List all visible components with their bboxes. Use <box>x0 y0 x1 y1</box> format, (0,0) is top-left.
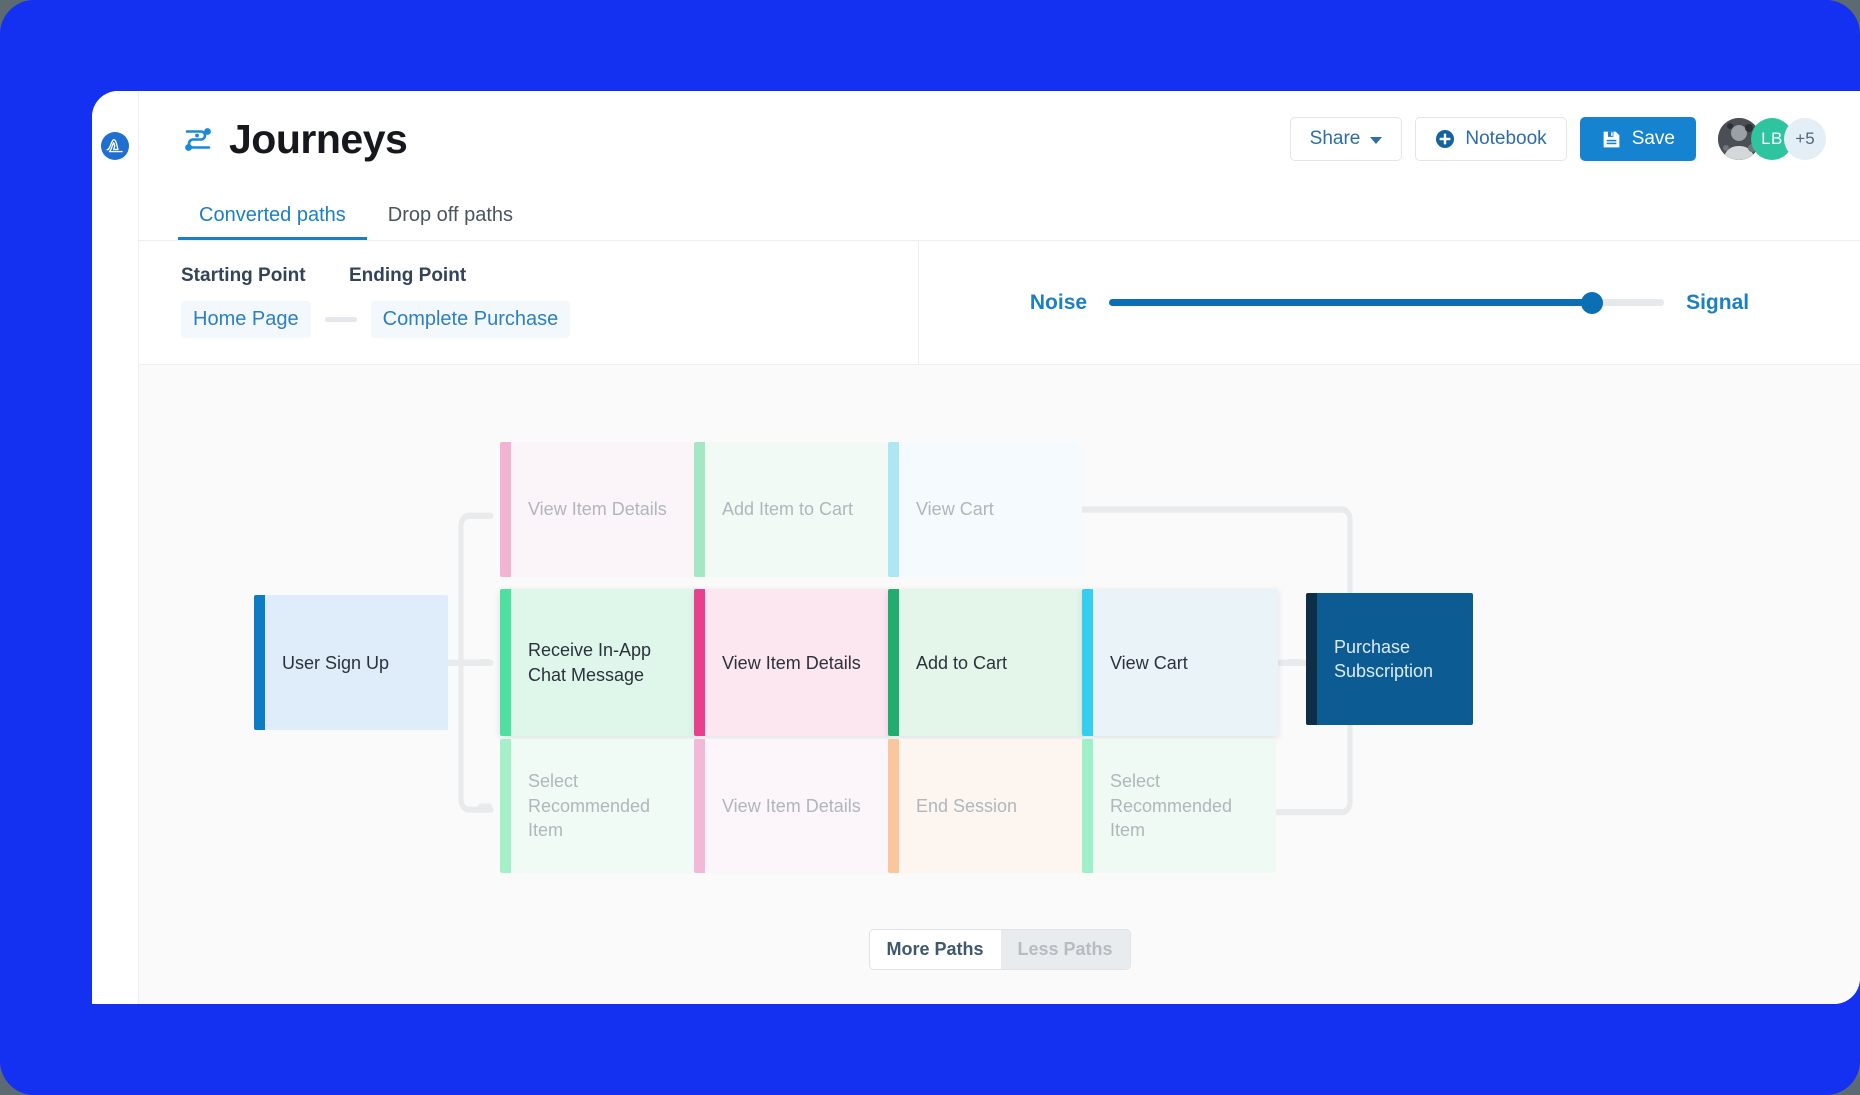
ending-point-label: Ending Point <box>349 265 467 286</box>
journey-node-accent-bar <box>500 442 511 577</box>
journey-node[interactable]: View Cart <box>1082 589 1278 737</box>
journey-node-label: View Cart <box>899 442 1082 577</box>
journey-node-label: User Sign Up <box>265 595 448 730</box>
ending-point-chip[interactable]: Complete Purchase <box>370 301 571 338</box>
paths-density-toggle: More Paths Less Paths <box>868 929 1131 970</box>
journey-node[interactable]: User Sign Up <box>254 595 448 730</box>
noise-label: Noise <box>1029 290 1088 314</box>
endpoint-labels: Starting Point Ending Point <box>181 265 918 287</box>
plus-circle-icon <box>1436 130 1455 148</box>
journey-node-accent-bar <box>1082 738 1093 874</box>
journey-node[interactable]: View Item Details <box>694 589 890 737</box>
notebook-button[interactable]: Notebook <box>1415 117 1567 161</box>
app-header: Journeys Share Notebook Save LB +5 <box>139 91 1860 187</box>
avatar-overflow-label: +5 <box>1795 129 1815 148</box>
journey-node[interactable]: Select Recommended Item <box>1082 738 1276 874</box>
noise-signal-panel: Noise Signal <box>919 241 1860 364</box>
avatar-initials-label: LB <box>1761 129 1783 148</box>
signal-label: Signal <box>1686 290 1750 314</box>
journey-node-label: View Item Details <box>511 442 694 577</box>
more-paths-button[interactable]: More Paths <box>869 930 1001 969</box>
journey-node-accent-bar <box>888 442 899 577</box>
journey-node-accent-bar <box>1305 592 1317 725</box>
save-button-label: Save <box>1631 128 1675 149</box>
journey-node-accent-bar <box>694 738 705 874</box>
endpoints-panel: Starting Point Ending Point Home Page Co… <box>139 241 919 364</box>
journey-node[interactable]: Add Item to Cart <box>694 442 888 577</box>
tab-bar: Converted paths Drop off paths <box>139 187 1860 241</box>
endpoint-connector-dash <box>324 317 357 322</box>
avatar-group: LB +5 <box>1718 118 1826 160</box>
journey-node-accent-bar <box>1082 589 1093 737</box>
left-nav-rail <box>92 91 139 1004</box>
journey-node-accent-bar <box>694 589 705 737</box>
page-title: Journeys <box>229 115 408 162</box>
main-column: Journeys Share Notebook Save LB +5 Conve… <box>139 91 1860 1004</box>
journey-node-label: View Item Details <box>705 589 890 737</box>
journey-node-accent-bar <box>888 738 899 874</box>
journey-node-label: View Cart <box>1093 589 1278 737</box>
controls-bar: Starting Point Ending Point Home Page Co… <box>139 241 1860 365</box>
journey-node-accent-bar <box>500 589 511 737</box>
journey-node-label: Add Item to Cart <box>705 442 888 577</box>
journey-node-accent-bar <box>694 442 705 577</box>
noise-signal-slider[interactable] <box>1109 291 1665 314</box>
journeys-logo-icon <box>185 128 211 151</box>
journey-node-accent-bar <box>888 589 899 737</box>
starting-point-label: Starting Point <box>181 265 306 286</box>
journey-node[interactable]: Add to Cart <box>888 589 1084 737</box>
journey-node-label: Purchase Subscription <box>1316 592 1473 725</box>
save-button[interactable]: Save <box>1579 117 1696 161</box>
share-button-label: Share <box>1309 128 1361 149</box>
journey-node[interactable]: View Item Details <box>500 442 694 577</box>
tab-converted-paths-label: Converted paths <box>199 204 346 226</box>
journey-node-label: Receive In-App Chat Message <box>511 589 696 737</box>
tab-drop-off-paths-label: Drop off paths <box>387 204 514 226</box>
slider-fill <box>1109 299 1592 306</box>
header-actions: Share Notebook Save LB +5 <box>1289 117 1826 161</box>
tab-converted-paths[interactable]: Converted paths <box>178 204 367 240</box>
journey-node-accent-bar <box>254 595 265 730</box>
journey-node-label: View Item Details <box>705 738 888 874</box>
journey-node-label: Add to Cart <box>899 589 1084 737</box>
journey-node[interactable]: Purchase Subscription <box>1305 592 1473 725</box>
app-window: Journeys Share Notebook Save LB +5 Conve… <box>92 91 1860 1004</box>
avatar-overflow-count[interactable]: +5 <box>1784 118 1826 160</box>
journey-node[interactable]: Select Recommended Item <box>500 738 694 874</box>
amplitude-logo-icon[interactable] <box>101 132 129 160</box>
share-button[interactable]: Share <box>1289 117 1403 161</box>
tab-drop-off-paths[interactable]: Drop off paths <box>367 204 534 240</box>
brand: Journeys <box>181 115 408 162</box>
chevron-down-icon <box>1370 137 1383 144</box>
journey-node-label: Select Recommended Item <box>1093 738 1276 874</box>
slider-thumb[interactable] <box>1580 291 1603 314</box>
journey-node-label: Select Recommended Item <box>511 738 694 874</box>
endpoint-chips: Home Page Complete Purchase <box>181 301 918 338</box>
floppy-disk-icon <box>1603 131 1620 147</box>
journey-node[interactable]: View Item Details <box>694 738 888 874</box>
notebook-button-label: Notebook <box>1465 128 1547 149</box>
journey-diagram: User Sign Up View Item Details Add Item to… <box>139 365 1860 1004</box>
journey-node-label: End Session <box>899 738 1082 874</box>
journey-canvas[interactable]: User Sign Up View Item Details Add Item to… <box>139 365 1860 1004</box>
starting-point-chip[interactable]: Home Page <box>181 301 311 338</box>
less-paths-button[interactable]: Less Paths <box>1000 930 1130 969</box>
journey-node-accent-bar <box>500 738 511 874</box>
journey-node[interactable]: View Cart <box>888 442 1082 577</box>
journey-node[interactable]: End Session <box>888 738 1082 874</box>
journey-node[interactable]: Receive In-App Chat Message <box>500 589 696 737</box>
page-background: Journeys Share Notebook Save LB +5 Conve… <box>0 0 1860 1095</box>
